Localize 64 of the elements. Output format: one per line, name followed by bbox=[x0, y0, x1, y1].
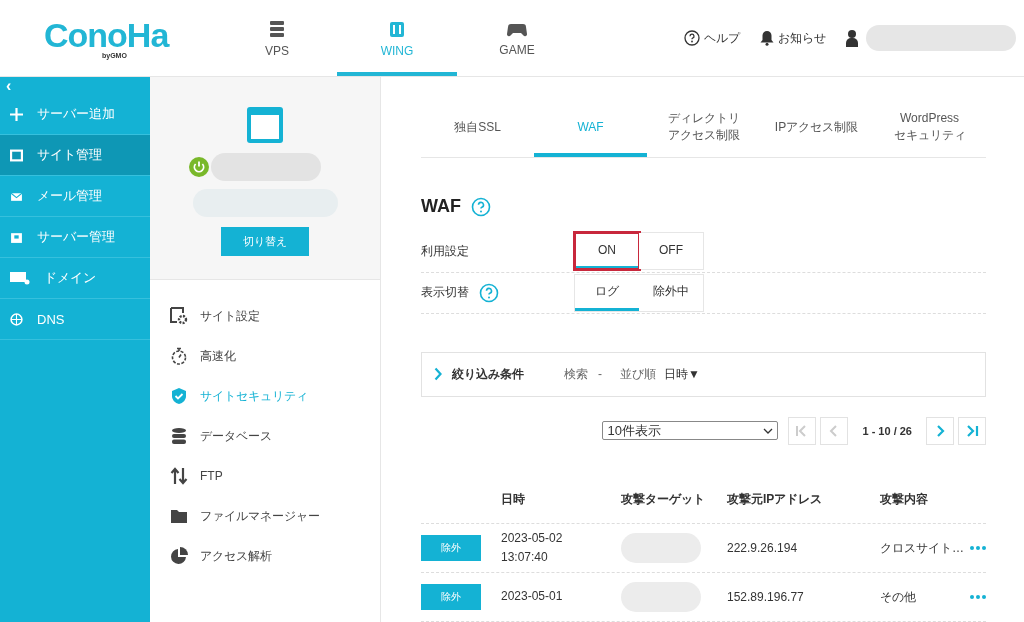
database-icon bbox=[170, 427, 188, 445]
help-icon bbox=[684, 30, 700, 46]
user-icon[interactable] bbox=[846, 29, 858, 47]
setting-label: 表示切替 bbox=[421, 284, 469, 302]
gamepad-icon bbox=[507, 21, 527, 37]
filter-label: 検索 bbox=[564, 365, 588, 383]
next-page-button[interactable] bbox=[926, 416, 954, 445]
table-cell-text: 152.89.196.77 bbox=[727, 590, 805, 604]
site-menu-item[interactable]: ファイルマネージャー bbox=[150, 496, 380, 536]
previous-page-button[interactable] bbox=[820, 416, 849, 445]
page-size-select[interactable]: 10件表示 bbox=[602, 421, 779, 441]
site-menu-item[interactable]: サイト設定 bbox=[150, 296, 380, 336]
first-page-button[interactable] bbox=[788, 416, 817, 445]
column-header: 攻撃ターゲット bbox=[621, 490, 706, 508]
settings-icon bbox=[170, 307, 188, 325]
table-cell-text: 2023-05-02 13:07:40 bbox=[501, 529, 564, 566]
filter-label: 並び順 bbox=[620, 365, 656, 383]
column-header: 日時 bbox=[501, 490, 526, 508]
server-icon bbox=[268, 20, 286, 38]
window-icon bbox=[10, 148, 23, 162]
chevron-right-icon[interactable] bbox=[434, 367, 442, 382]
page-range: 1 - 10 / 26 bbox=[862, 424, 912, 437]
setting-label: 利用設定 bbox=[421, 242, 469, 260]
section-title: WAF bbox=[421, 196, 461, 217]
filter-title[interactable]: 絞り込み条件 bbox=[452, 365, 524, 383]
power-icon bbox=[189, 157, 209, 177]
column-header: 攻撃元IPアドレス bbox=[727, 490, 824, 508]
site-menu-item[interactable]: 高速化 bbox=[150, 336, 380, 376]
header-link[interactable]: ヘルプ bbox=[684, 29, 740, 47]
table-cell-text: 2023-05-01 bbox=[501, 588, 564, 606]
globe-icon bbox=[10, 312, 23, 326]
bell-icon bbox=[760, 30, 774, 46]
tab[interactable]: ディレクトリ アクセス制限 bbox=[647, 101, 760, 157]
last-page-icon bbox=[965, 423, 979, 438]
more-icon[interactable] bbox=[970, 595, 986, 599]
last-page-button[interactable] bbox=[958, 416, 986, 445]
more-icon[interactable] bbox=[970, 546, 986, 550]
help-icon[interactable] bbox=[479, 282, 499, 303]
tab[interactable]: WordPress セキュリティ bbox=[873, 101, 986, 157]
caret-icon bbox=[763, 427, 774, 434]
table-cell-text: クロスサイト… bbox=[880, 539, 965, 557]
nav-tab[interactable]: GAME bbox=[457, 0, 577, 76]
up-down-arrows-icon bbox=[170, 467, 188, 485]
folder-icon bbox=[170, 507, 188, 525]
pie-chart-icon bbox=[170, 547, 188, 565]
header-link[interactable]: お知らせ bbox=[760, 29, 826, 47]
filter-value: 日時▼ bbox=[664, 365, 700, 383]
table-cell-text: 222.9.26.194 bbox=[727, 541, 799, 555]
plus-icon bbox=[10, 107, 23, 121]
column-header: 攻撃内容 bbox=[880, 490, 929, 508]
browser-window-icon bbox=[245, 105, 285, 145]
shield-check-icon bbox=[170, 387, 188, 405]
filter-value: - bbox=[598, 367, 602, 382]
site-menu-item[interactable]: データベース bbox=[150, 416, 380, 456]
site-menu-item[interactable]: アクセス解析 bbox=[150, 536, 380, 576]
help-icon[interactable] bbox=[471, 196, 491, 217]
domain-card-icon bbox=[10, 271, 30, 285]
tab[interactable]: 独自SSL bbox=[421, 101, 534, 157]
tab[interactable]: IPアクセス制限 bbox=[760, 101, 873, 157]
site-menu-item[interactable]: FTP bbox=[150, 456, 380, 496]
toggle-option[interactable]: ON bbox=[575, 233, 639, 270]
stopwatch-icon bbox=[170, 347, 188, 365]
table-cell-text: その他 bbox=[880, 588, 917, 606]
nav-tab[interactable]: VPS bbox=[217, 0, 337, 76]
